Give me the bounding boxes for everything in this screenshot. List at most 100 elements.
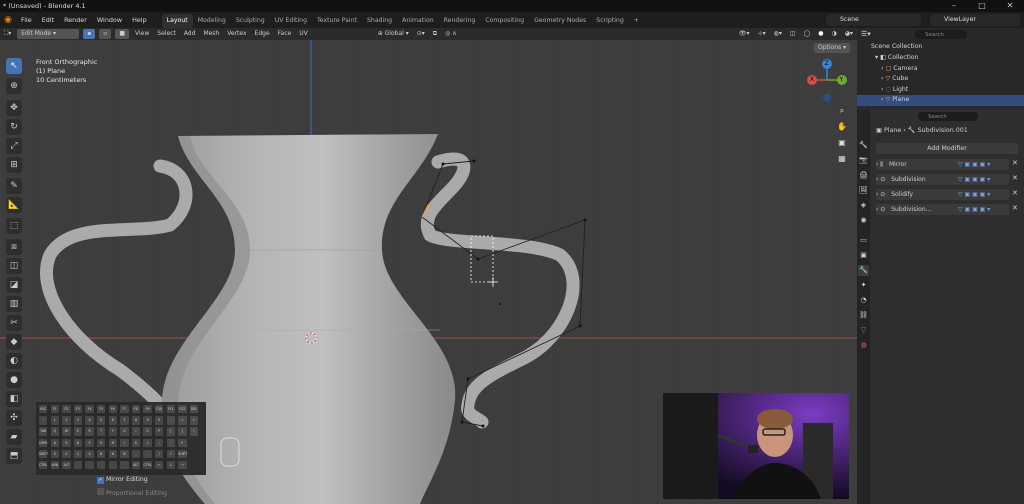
smooth-tool-icon[interactable]: ● bbox=[6, 372, 22, 388]
solid-shading-icon[interactable]: ● bbox=[814, 29, 827, 39]
knife-tool-icon[interactable]: ✂ bbox=[6, 315, 22, 331]
outliner-scene-collection[interactable]: Scene Collection bbox=[857, 42, 1024, 53]
snap-icon[interactable]: ⧉ bbox=[429, 29, 441, 39]
outliner-search-input[interactable]: Search bbox=[915, 30, 967, 39]
tab-scripting[interactable]: Scripting bbox=[591, 14, 629, 28]
edge-select-mode-icon[interactable]: ▫ bbox=[99, 29, 112, 39]
world-tab-icon[interactable]: ◉ bbox=[858, 215, 869, 226]
extrude-tool-icon[interactable]: ⧈ bbox=[6, 239, 22, 255]
rendered-shading-icon[interactable]: ◕▾ bbox=[841, 29, 857, 39]
annotate-tool-icon[interactable]: ✎ bbox=[6, 178, 22, 194]
remove-modifier-icon[interactable]: ✕ bbox=[1012, 204, 1018, 212]
tab-animation[interactable]: Animation bbox=[397, 14, 439, 28]
menu-file[interactable]: File bbox=[16, 12, 37, 28]
proportional-edit-icon[interactable]: ◎ ∧ bbox=[441, 29, 461, 39]
checkbox-unchecked-icon[interactable] bbox=[97, 488, 104, 495]
gizmo-icon[interactable]: ⊹▾ bbox=[754, 29, 770, 39]
tab-shading[interactable]: Shading bbox=[362, 14, 397, 28]
checkbox-checked-icon[interactable]: ✓ bbox=[97, 477, 104, 484]
wireframe-shading-icon[interactable]: ◯ bbox=[800, 29, 815, 39]
menu-select[interactable]: Select bbox=[153, 29, 180, 39]
add-modifier-button[interactable]: Add Modifier bbox=[876, 143, 1018, 154]
scale-tool-icon[interactable]: ⤢ bbox=[6, 138, 22, 154]
move-tool-icon[interactable]: ✥ bbox=[6, 100, 22, 116]
zoom-icon[interactable]: ⌕ bbox=[836, 106, 848, 118]
menu-window[interactable]: Window bbox=[92, 12, 127, 28]
shear-tool-icon[interactable]: ▰ bbox=[6, 429, 22, 445]
bevel-tool-icon[interactable]: ◪ bbox=[6, 277, 22, 293]
camera-view-icon[interactable]: ▣ bbox=[836, 138, 848, 150]
add-workspace-button[interactable]: + bbox=[629, 14, 644, 28]
maximize-icon[interactable]: □ bbox=[968, 0, 996, 12]
modifier-solidify[interactable]: › ⊙ Solidify ▽ ▣ ▣ ▣ ▾ bbox=[876, 189, 1009, 200]
tab-compositing[interactable]: Compositing bbox=[480, 14, 529, 28]
tab-sculpting[interactable]: Sculpting bbox=[231, 14, 270, 28]
minimize-icon[interactable]: – bbox=[940, 0, 968, 12]
ortho-toggle-icon[interactable]: ▦ bbox=[836, 154, 848, 166]
transform-tool-icon[interactable]: ⊞ bbox=[6, 157, 22, 173]
view-layer-selector[interactable]: ViewLayer bbox=[930, 14, 1020, 26]
poly-build-tool-icon[interactable]: ◆ bbox=[6, 334, 22, 350]
pivot-icon[interactable]: ⊙▾ bbox=[413, 29, 429, 39]
inset-tool-icon[interactable]: ◫ bbox=[6, 258, 22, 274]
navigation-gizmo[interactable]: Z Y X bbox=[805, 56, 849, 104]
menu-help[interactable]: Help bbox=[127, 12, 152, 28]
data-tab-icon[interactable]: ▽ bbox=[858, 325, 869, 336]
menu-view[interactable]: View bbox=[131, 29, 153, 39]
face-select-mode-icon[interactable]: ■ bbox=[115, 29, 130, 39]
menu-render[interactable]: Render bbox=[59, 12, 92, 28]
outliner-item-camera[interactable]: › ▢ Camera bbox=[857, 64, 1024, 75]
object-tab-icon[interactable]: ▣ bbox=[858, 250, 869, 261]
particles-tab-icon[interactable]: ✦ bbox=[858, 280, 869, 291]
blender-logo-icon[interactable]: ◉ bbox=[0, 15, 16, 25]
menu-edit[interactable]: Edit bbox=[37, 12, 59, 28]
close-icon[interactable]: ✕ bbox=[996, 0, 1024, 12]
pan-icon[interactable]: ✋ bbox=[836, 122, 848, 134]
outliner-collection[interactable]: ▾ ◧ Collection bbox=[857, 53, 1024, 64]
edge-slide-tool-icon[interactable]: ◧ bbox=[6, 391, 22, 407]
modifier-tab-icon[interactable]: 🔧 bbox=[858, 265, 869, 276]
measure-tool-icon[interactable]: 📐 bbox=[6, 197, 22, 213]
select-box-tool-icon[interactable]: ↖ bbox=[6, 58, 22, 74]
tool-tab-icon[interactable]: 🔧 bbox=[858, 140, 869, 151]
tab-texture-paint[interactable]: Texture Paint bbox=[312, 14, 362, 28]
view-layer-tab-icon[interactable]: 🖼 bbox=[858, 185, 869, 196]
shrink-fatten-tool-icon[interactable]: ✣ bbox=[6, 410, 22, 426]
output-tab-icon[interactable]: 🖨 bbox=[858, 170, 869, 181]
overlay-icon[interactable]: ◍▾ bbox=[770, 29, 786, 39]
orientation-selector[interactable]: ⊕ Global ▾ bbox=[374, 29, 413, 39]
tab-geometry-nodes[interactable]: Geometry Nodes bbox=[529, 14, 591, 28]
material-tab-icon[interactable]: ◍ bbox=[858, 340, 869, 351]
outliner-editor-icon[interactable]: ☰▾ bbox=[861, 30, 871, 38]
outliner-item-cube[interactable]: › ▽ Cube bbox=[857, 74, 1024, 85]
rip-region-tool-icon[interactable]: ⬒ bbox=[6, 448, 22, 464]
menu-add[interactable]: Add bbox=[180, 29, 200, 39]
remove-modifier-icon[interactable]: ✕ bbox=[1012, 174, 1018, 182]
modifier-subdivision-001[interactable]: › ⊙ Subdivision... ▽ ▣ ▣ ▣ ▾ bbox=[876, 204, 1009, 215]
properties-search-input[interactable]: Search bbox=[918, 112, 978, 121]
menu-uv[interactable]: UV bbox=[295, 29, 312, 39]
cursor-tool-icon[interactable]: ⊕ bbox=[6, 78, 22, 94]
constraints-tab-icon[interactable]: ⛓ bbox=[858, 310, 869, 321]
tab-layout[interactable]: Layout bbox=[161, 13, 193, 28]
tab-modeling[interactable]: Modeling bbox=[193, 14, 231, 28]
menu-mesh[interactable]: Mesh bbox=[199, 29, 223, 39]
material-shading-icon[interactable]: ◑ bbox=[828, 29, 841, 39]
mirror-editing-option[interactable]: ✓ Mirror Editing bbox=[97, 476, 148, 484]
collection-tab-icon[interactable]: ▭ bbox=[858, 235, 869, 246]
proportional-editing-option[interactable]: Proportional Editing bbox=[97, 488, 167, 497]
modifier-subdivision[interactable]: › ⊙ Subdivision ▽ ▣ ▣ ▣ ▾ bbox=[876, 174, 1009, 185]
tab-rendering[interactable]: Rendering bbox=[439, 14, 481, 28]
remove-modifier-icon[interactable]: ✕ bbox=[1012, 189, 1018, 197]
loop-cut-tool-icon[interactable]: ▥ bbox=[6, 296, 22, 312]
remove-modifier-icon[interactable]: ✕ bbox=[1012, 159, 1018, 167]
scene-selector[interactable]: Scene bbox=[826, 14, 921, 26]
menu-edge[interactable]: Edge bbox=[251, 29, 274, 39]
mode-selector[interactable]: Edit Mode ▾ bbox=[17, 29, 80, 39]
menu-face[interactable]: Face bbox=[274, 29, 296, 39]
add-cube-tool-icon[interactable]: ⬚ bbox=[6, 218, 22, 234]
spin-tool-icon[interactable]: ◐ bbox=[6, 353, 22, 369]
scene-tab-icon[interactable]: ◈ bbox=[858, 200, 869, 211]
vertex-select-mode-icon[interactable]: ▪ bbox=[83, 29, 96, 39]
modifier-mirror[interactable]: › ⫼ Mirror ▽ ▣ ▣ ▣ ▾ bbox=[876, 159, 1009, 170]
